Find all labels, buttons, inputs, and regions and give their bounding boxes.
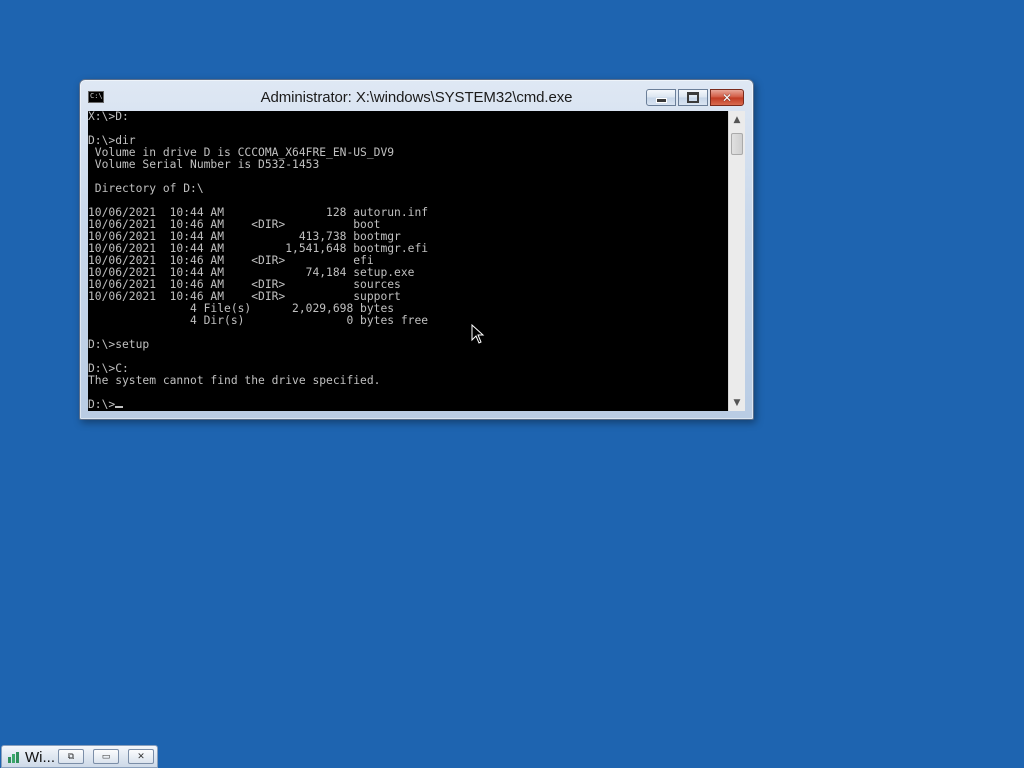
console-line: X:\>D: (88, 111, 129, 123)
close-icon: ✕ (721, 90, 733, 105)
maximize-button[interactable] (678, 89, 708, 106)
console-lines: X:\>D: D:\>dir Volume in drive D is CCCOM… (88, 111, 728, 411)
text-caret (115, 406, 124, 408)
vertical-scrollbar[interactable]: ▲ ▼ (728, 111, 745, 411)
scroll-up-arrow-icon[interactable]: ▲ (729, 111, 745, 128)
close-button[interactable]: ✕ (710, 89, 744, 106)
close-button-minimized[interactable]: ✕ (128, 749, 154, 764)
minimized-window-label: Wi... (25, 749, 55, 766)
minimized-window-bar[interactable]: Wi... ⧉ ▭ ✕ (1, 745, 158, 768)
scroll-down-arrow-icon[interactable]: ▼ (729, 394, 745, 411)
close-icon: ✕ (137, 751, 145, 762)
maximize-icon: ▭ (101, 751, 111, 762)
console-line: 4 Dir(s) 0 bytes free (88, 314, 429, 327)
maximize-button-minimized[interactable]: ▭ (93, 749, 119, 764)
minimize-icon (655, 97, 667, 103)
maximize-icon (687, 92, 699, 103)
console-line: The system cannot find the drive specifi… (88, 374, 381, 387)
cmd-window[interactable]: C:\ Administrator: X:\windows\SYSTEM32\c… (79, 79, 754, 420)
console-line: D:\>setup (88, 338, 150, 351)
restore-icon: ⧉ (67, 751, 75, 762)
console-output[interactable]: X:\>D: D:\>dir Volume in drive D is CCCOM… (88, 111, 728, 411)
scroll-thumb[interactable] (731, 133, 743, 155)
console-line: D:\> (88, 399, 728, 411)
mouse-cursor-icon (471, 324, 485, 344)
minimize-button[interactable] (646, 89, 676, 106)
restore-button[interactable]: ⧉ (58, 749, 84, 764)
console-line: Directory of D:\ (88, 182, 204, 195)
title-bar[interactable]: C:\ Administrator: X:\windows\SYSTEM32\c… (80, 80, 753, 110)
setup-app-icon (8, 752, 19, 763)
console-line: Volume Serial Number is D532-1453 (88, 158, 320, 171)
